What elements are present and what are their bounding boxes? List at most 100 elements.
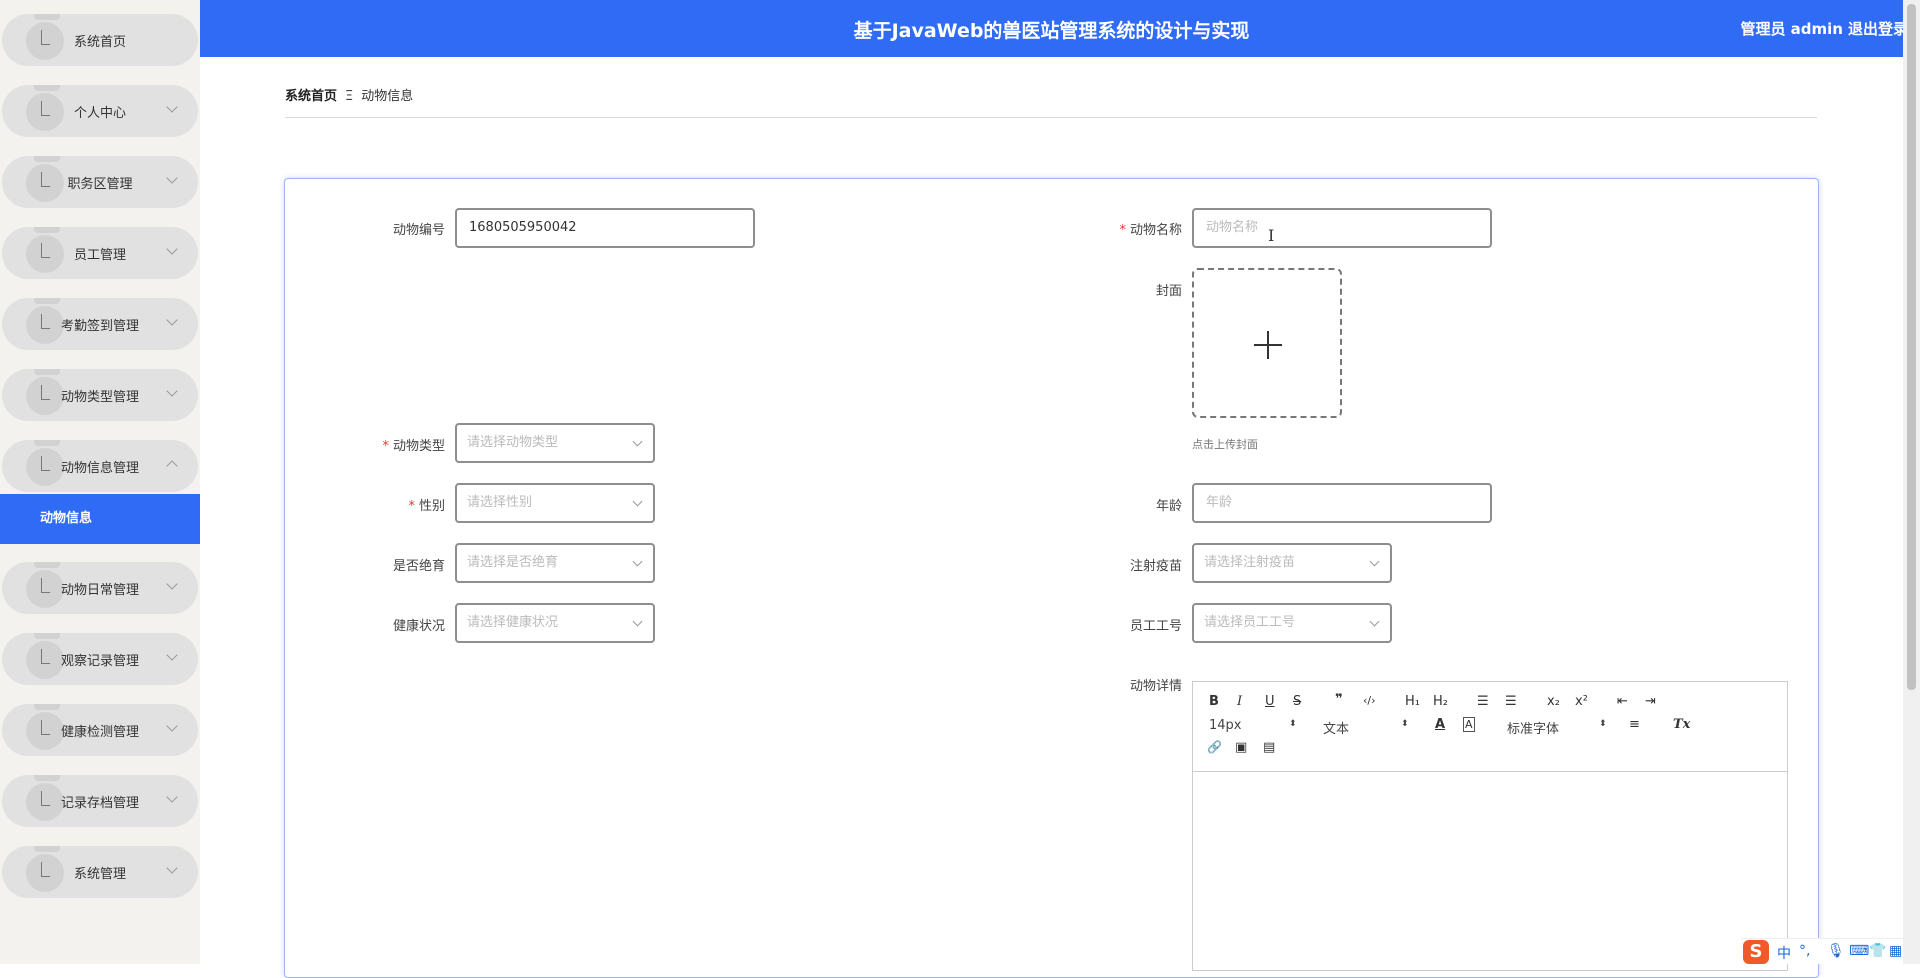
breadcrumb-separator-icon: Ξ [345, 89, 354, 104]
ime-punctuation-icon[interactable]: °, [1799, 943, 1810, 959]
bold-icon[interactable]: B [1209, 694, 1219, 709]
header1-icon[interactable]: H₁ [1405, 694, 1420, 709]
chevron-down-icon [632, 616, 643, 627]
keyboard-icon[interactable]: ⌨ [1849, 943, 1869, 959]
menu-tab-shape [34, 85, 60, 91]
sterilized-select[interactable]: 请选择是否绝育 [455, 543, 655, 583]
background-color-icon[interactable]: A [1463, 717, 1475, 732]
animal-type-select[interactable]: 请选择动物类型 [455, 423, 655, 463]
menu-tab-shape [34, 775, 60, 781]
up-down-icon: ⬍ [1401, 719, 1409, 729]
menu-tab-shape [34, 298, 60, 304]
cover-upload-tip: 点击上传封面 [1192, 438, 1258, 451]
grid-menu-icon[interactable]: ▦ [1889, 943, 1902, 959]
menu-tab-shape [34, 156, 60, 162]
sidebar-subitem-animal-info[interactable]: 动物信息 [0, 494, 200, 544]
chevron-down-icon [632, 496, 643, 507]
sidebar-item-health-check[interactable]: 健康检测管理 [2, 704, 198, 756]
video-icon[interactable]: ▤ [1263, 740, 1275, 755]
italic-icon[interactable]: I [1237, 694, 1242, 709]
up-down-icon: ⬍ [1599, 719, 1607, 729]
menu-tab-shape [34, 846, 60, 852]
breadcrumb-divider [285, 117, 1817, 118]
sidebar-item-record-archive[interactable]: 记录存档管理 [2, 775, 198, 827]
outdent-icon[interactable]: ⇤ [1617, 694, 1628, 709]
animal-detail-editor: B I U S ❞ ‹/› H₁ H₂ ☰ ☰ x₂ x² ⇤ ⇥ 14px ⬍ … [1192, 681, 1788, 971]
animal-no-input[interactable]: 1680505950042 [455, 208, 755, 248]
top-header: 基于JavaWeb的兽医站管理系统的设计与实现 管理员 admin 退出登录 [200, 0, 1908, 57]
menu-tab-shape [34, 440, 60, 446]
microphone-icon[interactable]: 🎙 [1827, 943, 1845, 959]
align-icon[interactable]: ≡ [1629, 717, 1640, 732]
health-label: 健康状况 [392, 619, 445, 634]
image-icon[interactable]: ▣ [1235, 740, 1247, 755]
menu-tab-shape [34, 14, 60, 20]
sidebar-item-animal-type[interactable]: 动物类型管理 [2, 369, 198, 421]
text-cursor-icon: I [1268, 226, 1275, 245]
sidebar-item-personal-center[interactable]: 个人中心 [2, 85, 198, 137]
indent-icon[interactable]: ⇥ [1645, 694, 1656, 709]
chevron-down-icon [632, 436, 643, 447]
gender-label: * 性别 [408, 499, 445, 514]
logout-link[interactable]: 退出登录 [1848, 18, 1908, 39]
staff-no-select[interactable]: 请选择员工工号 [1192, 603, 1392, 643]
animal-type-label: * 动物类型 [382, 439, 445, 454]
bullet-list-icon[interactable]: ☰ [1505, 694, 1517, 709]
code-block-icon[interactable]: ‹/› [1363, 694, 1376, 707]
menu-tab-shape [34, 227, 60, 233]
strikethrough-icon[interactable]: S [1293, 694, 1301, 709]
vaccine-label: 注射疫苗 [1129, 559, 1182, 574]
age-input[interactable]: 年龄 [1192, 483, 1492, 523]
staff-no-label: 员工工号 [1129, 619, 1182, 634]
editor-toolbar: B I U S ❞ ‹/› H₁ H₂ ☰ ☰ x₂ x² ⇤ ⇥ 14px ⬍ … [1193, 682, 1787, 772]
menu-tab-shape [34, 562, 60, 568]
font-size-select[interactable]: 14px ⬍ [1209, 718, 1297, 733]
animal-name-input[interactable]: 动物名称 [1192, 208, 1492, 248]
subscript-icon[interactable]: x₂ [1547, 694, 1560, 709]
sidebar-item-animal-daily[interactable]: 动物日常管理 [2, 562, 198, 614]
sidebar-item-animal-info[interactable]: 动物信息管理 [2, 440, 198, 492]
sidebar: 系统首页 个人中心 职务区管理 员工管理 考勤签到管理 动物类型管理 动物信息管… [0, 0, 200, 964]
vaccine-select[interactable]: 请选择注射疫苗 [1192, 543, 1392, 583]
sidebar-item-system[interactable]: 系统管理 [2, 846, 198, 898]
sidebar-item-staff[interactable]: 员工管理 [2, 227, 198, 279]
skin-shirt-icon[interactable]: 👕 [1869, 943, 1886, 959]
cover-upload[interactable] [1192, 268, 1342, 418]
breadcrumb-current: 动物信息 [361, 89, 414, 104]
health-select[interactable]: 请选择健康状况 [455, 603, 655, 643]
ime-chinese-mode[interactable]: 中 [1777, 943, 1791, 963]
app-title: 基于JavaWeb的兽医站管理系统的设计与实现 [853, 20, 1250, 42]
chevron-down-icon [632, 556, 643, 567]
underline-icon[interactable]: U [1265, 694, 1275, 709]
clear-format-icon[interactable]: Tx [1673, 717, 1690, 732]
header2-icon[interactable]: H₂ [1433, 694, 1448, 709]
breadcrumb-home[interactable]: 系统首页 [285, 89, 337, 104]
sidebar-item-attendance[interactable]: 考勤签到管理 [2, 298, 198, 350]
font-color-icon[interactable]: A [1435, 717, 1445, 732]
sidebar-item-home[interactable]: 系统首页 [2, 14, 198, 66]
chevron-down-icon [1369, 616, 1380, 627]
chevron-down-icon [1369, 556, 1380, 567]
page-scrollbar[interactable] [1903, 0, 1920, 964]
up-down-icon: ⬍ [1289, 719, 1297, 729]
heading-select[interactable]: 文本 ⬍ [1323, 718, 1409, 737]
sogou-logo-icon[interactable]: S [1743, 940, 1769, 964]
animal-detail-label: 动物详情 [1129, 679, 1182, 694]
superscript-icon[interactable]: x² [1575, 694, 1588, 709]
scrollbar-thumb[interactable] [1907, 4, 1916, 690]
plus-icon-vertical [1267, 331, 1269, 359]
ime-toolbar[interactable]: S 中 °, 🎙 ⌨ 👕 ▦ [1741, 938, 1903, 964]
current-user: 管理员 admin [1740, 20, 1843, 38]
gender-select[interactable]: 请选择性别 [455, 483, 655, 523]
menu-tab-shape [34, 633, 60, 639]
animal-no-label: 动物编号 [392, 223, 445, 238]
ordered-list-icon[interactable]: ☰ [1477, 694, 1489, 709]
sidebar-item-observation[interactable]: 观察记录管理 [2, 633, 198, 685]
sidebar-item-position-area[interactable]: 职务区管理 [2, 156, 198, 208]
animal-name-label: * 动物名称 [1119, 223, 1182, 238]
breadcrumb: 系统首页 Ξ 动物信息 [285, 85, 413, 104]
blockquote-icon[interactable]: ❞ [1335, 692, 1343, 707]
font-family-select[interactable]: 标准字体 ⬍ [1507, 718, 1607, 737]
link-icon[interactable]: 🔗 [1207, 740, 1222, 754]
age-label: 年龄 [1155, 499, 1182, 514]
